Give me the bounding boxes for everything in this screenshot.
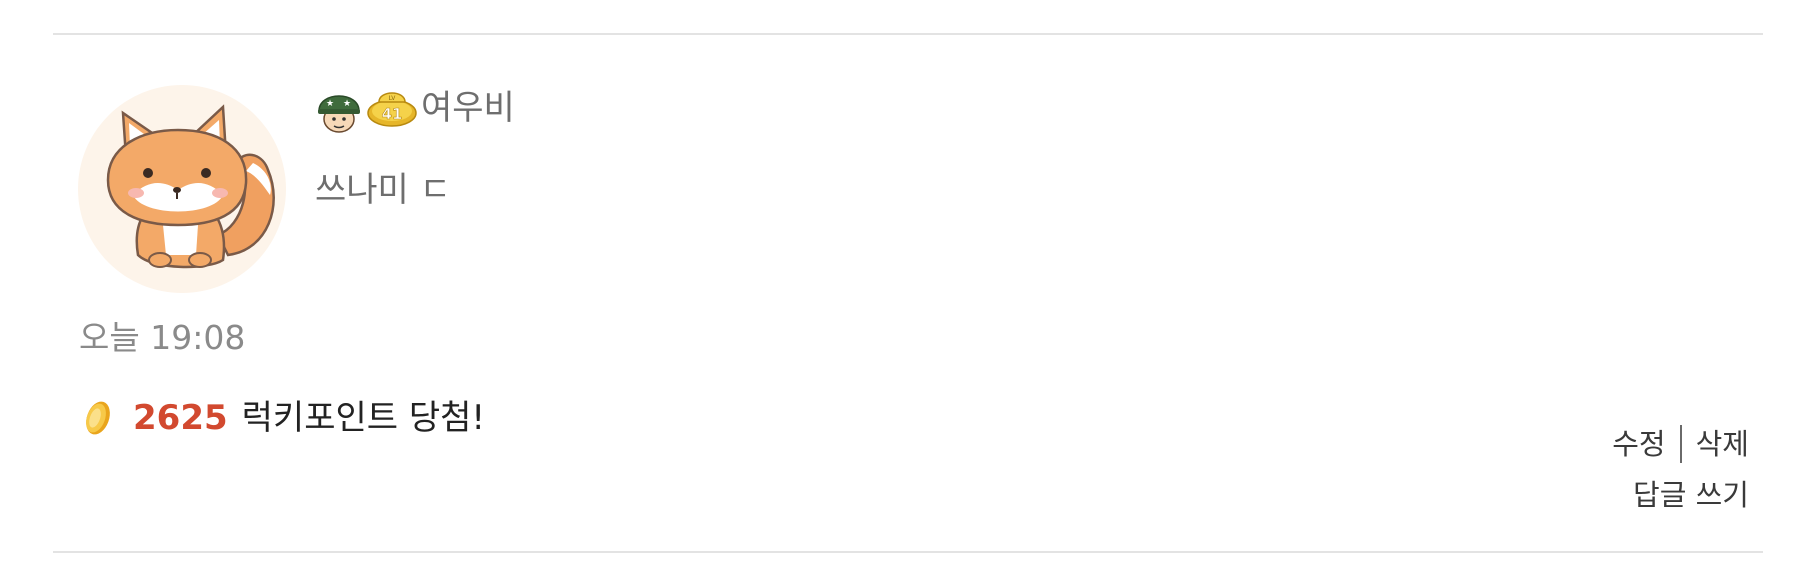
- action-separator: [1679, 425, 1682, 463]
- soldier-helmet-icon: ★ ★: [318, 95, 360, 133]
- comment-timestamp: 오늘 19:08: [79, 318, 246, 357]
- svg-text:★: ★: [326, 99, 334, 109]
- comment-item: ★ ★ LV 41 여우비 쓰나미 ㄷ 오늘 19:08 2625 럭키포인트 …: [53, 35, 1763, 551]
- bottom-divider: [53, 551, 1763, 553]
- delete-button[interactable]: 삭제: [1696, 429, 1749, 459]
- comment-text: 쓰나미 ㄷ: [315, 170, 451, 210]
- lucky-message: 럭키포인트 당첨!: [241, 398, 486, 438]
- level-number: 41: [382, 105, 403, 123]
- comment-actions: 수정 삭제: [1612, 425, 1749, 463]
- author-name[interactable]: 여우비: [421, 91, 515, 125]
- fox-avatar[interactable]: [78, 85, 286, 293]
- coin-icon: [86, 401, 110, 435]
- level-badge-icon: LV 41: [367, 92, 417, 127]
- svg-text:★: ★: [343, 99, 351, 109]
- reply-button[interactable]: 답글 쓰기: [1633, 481, 1749, 510]
- edit-button[interactable]: 수정: [1612, 429, 1665, 459]
- level-prefix: LV: [389, 95, 397, 102]
- lucky-point-notice: 2625 럭키포인트 당첨!: [80, 397, 485, 439]
- lucky-points-value: 2625: [133, 398, 228, 438]
- author-row: ★ ★ LV 41 여우비: [315, 83, 515, 133]
